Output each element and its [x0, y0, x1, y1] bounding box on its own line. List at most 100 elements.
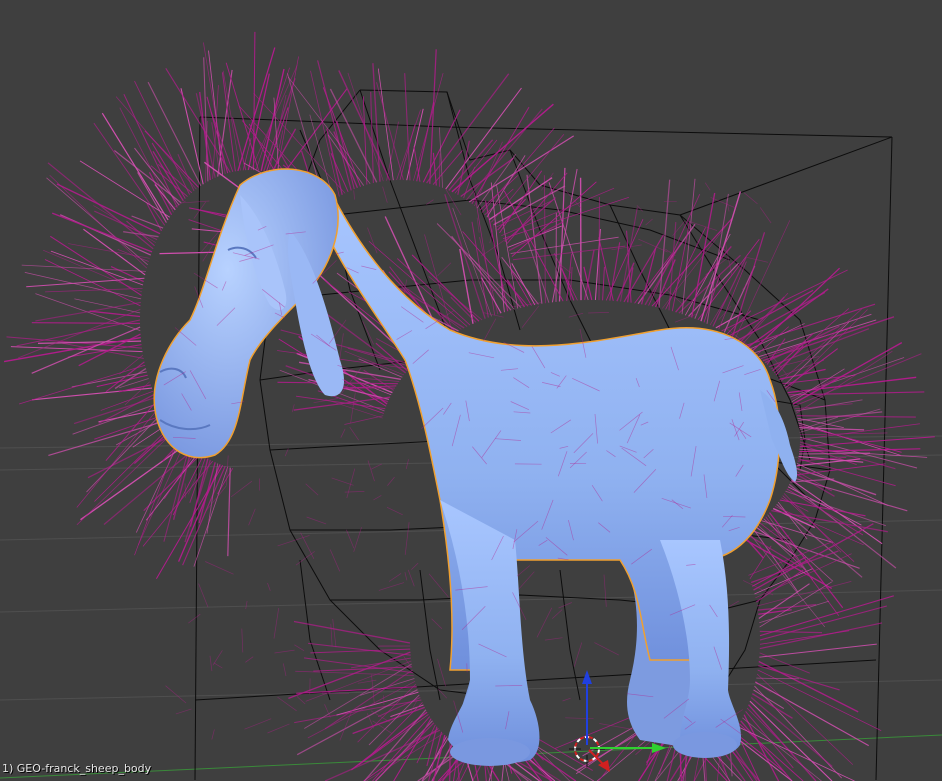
hair-strand — [209, 655, 213, 672]
hair-strand — [573, 642, 583, 667]
hair-strand — [252, 31, 256, 171]
hair-strand — [305, 483, 319, 496]
hair-strand — [588, 312, 609, 314]
hair-strand — [437, 658, 447, 687]
hair-strand — [743, 192, 758, 205]
hair-strand — [752, 556, 807, 587]
hair-strand — [798, 452, 871, 455]
hair-strand — [407, 569, 415, 587]
hair-strand — [565, 717, 594, 720]
hair-strand — [267, 723, 290, 734]
hair-strand — [21, 264, 146, 272]
hair-strand — [184, 483, 186, 498]
hair-strand — [796, 463, 889, 506]
hair-strand — [367, 227, 378, 254]
hair-strand — [137, 441, 186, 546]
hair-strand — [788, 483, 897, 569]
3d-viewport[interactable]: 1) GEO-franck_sheep_body — [0, 0, 942, 781]
hair-strand — [404, 73, 411, 181]
back-hoof — [673, 732, 737, 758]
hair-strand — [370, 91, 374, 184]
hair-strand — [103, 448, 195, 525]
hair-strand — [753, 689, 785, 710]
hair-strand — [759, 207, 772, 224]
hair-strand — [56, 183, 161, 235]
front-hoof — [450, 738, 530, 766]
hair-strand — [736, 726, 855, 781]
hair-strand — [439, 153, 441, 187]
hair-strand — [756, 673, 854, 765]
hair-strand — [363, 709, 427, 781]
hair-strand — [284, 448, 289, 457]
hair-strand — [50, 250, 144, 286]
hair-strand — [119, 354, 144, 375]
hair-strand — [143, 453, 202, 512]
hair-strand — [431, 618, 443, 629]
hair-strand — [751, 693, 793, 719]
hair-strand — [405, 459, 409, 469]
hair-strand — [386, 506, 403, 516]
hair-strand — [536, 607, 553, 638]
hair-strand — [404, 522, 410, 555]
hair-strand — [428, 573, 449, 598]
hair-strand — [787, 486, 862, 526]
hair-strand — [248, 508, 256, 526]
viewport-scene[interactable] — [0, 0, 942, 781]
hair-strand — [227, 467, 231, 557]
hair-strand — [177, 464, 221, 562]
hair-strand — [3, 336, 141, 363]
hair-strand — [134, 80, 190, 195]
hair-strand — [471, 106, 530, 205]
hair-strand — [755, 680, 772, 694]
hair-strand — [663, 286, 684, 305]
hair-strand — [241, 628, 244, 653]
hair-strand — [672, 221, 685, 237]
hair-strand — [448, 739, 451, 781]
hair-strand — [490, 182, 505, 313]
hair-strand — [411, 562, 419, 570]
hair-strand — [783, 321, 850, 387]
hair-strand — [329, 549, 341, 572]
hair-strand — [742, 292, 789, 345]
hair-strand — [484, 200, 509, 312]
hair-strand — [552, 609, 563, 619]
hair-strand — [237, 47, 276, 172]
hair-strand — [93, 205, 156, 243]
hair-strand — [42, 249, 143, 293]
hair-strand — [508, 221, 564, 251]
hair-strand — [382, 186, 388, 203]
hair-strand — [378, 582, 405, 591]
hair-strand — [98, 393, 155, 424]
hair-strand — [757, 603, 817, 611]
active-object-label: 1) GEO-franck_sheep_body — [2, 762, 152, 775]
hair-strand — [31, 326, 141, 374]
hair-strand — [444, 194, 486, 319]
hair-strand — [759, 622, 883, 650]
hair-strand — [746, 707, 793, 754]
hair-strand — [291, 404, 295, 413]
hair-strand — [267, 582, 271, 591]
hair-strand — [353, 190, 355, 200]
hair-strand — [753, 523, 874, 591]
hair-strand — [205, 561, 234, 575]
hair-strand — [273, 608, 280, 639]
hair-strand — [119, 107, 174, 213]
hair-strand — [372, 63, 381, 182]
hair-strand — [49, 175, 148, 269]
hair-strand — [73, 396, 156, 425]
hair-strand — [45, 288, 143, 293]
hair-strand — [705, 257, 729, 276]
hair-strand — [296, 696, 306, 705]
hair-strand — [641, 247, 657, 305]
hair-strand — [193, 201, 207, 219]
hair-strand — [171, 200, 186, 210]
hair-strand — [518, 571, 535, 589]
hair-strand — [799, 436, 935, 448]
hair-strand — [277, 696, 297, 712]
hair-strand — [332, 618, 337, 648]
hair-strand — [619, 207, 638, 302]
hair-strand — [749, 545, 772, 580]
hair-strand — [388, 573, 402, 582]
hair-strand — [797, 458, 896, 487]
hair-strand — [742, 717, 822, 781]
